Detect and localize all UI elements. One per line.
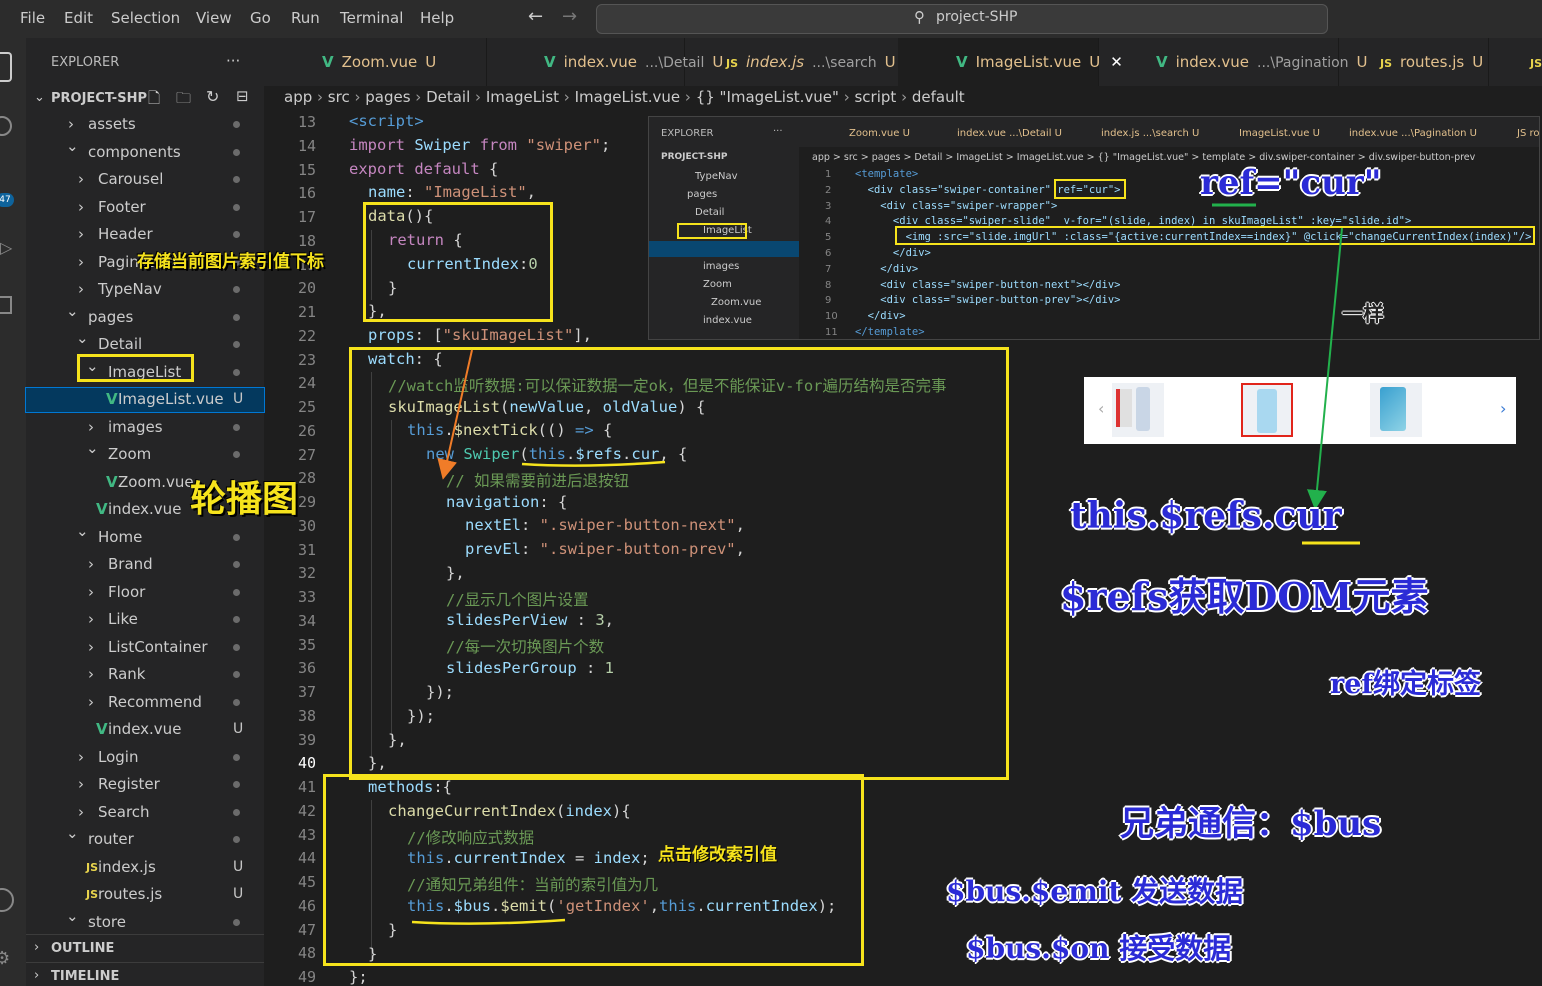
annotation-emit: $bus.$emit 发送数据 [946,875,1244,908]
annotation-index-note: 存储当前图片索引值下标 [137,252,324,272]
annotation-sibling: 兄弟通信：$bus [1120,804,1382,844]
annotation-on: $bus.$on 接受数据 [966,932,1232,965]
annotation-carousel: 轮播图 [190,478,299,520]
annotation-same: 一样 [1342,301,1384,326]
orange-arrow [437,349,473,480]
annotation-ref-bind: ref绑定标签 [1330,669,1482,700]
annotation-ref-cur: ref="cur" [1200,163,1382,203]
underline [521,460,666,467]
annotation-this-refs: this.$refs.cur [1070,495,1342,537]
annotation-click-note: 点击修改索引值 [658,845,777,865]
underline [411,918,566,925]
annotation-refs-dom: $refs获取DOM元素 [1060,574,1429,619]
green-arrow [1306,227,1343,510]
